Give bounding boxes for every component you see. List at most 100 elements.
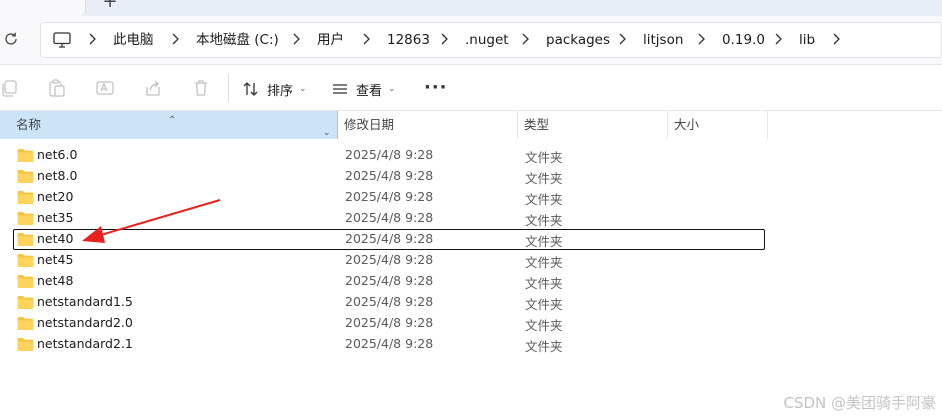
folder-icon (17, 212, 34, 225)
sort-icon (243, 82, 258, 96)
file-name: net6.0 (37, 147, 78, 162)
chevron-right-icon[interactable] (697, 33, 705, 45)
watermark: CSDN @美团骑手阿豪 (783, 394, 936, 412)
breadcrumb-item[interactable]: 用户 (317, 32, 344, 48)
file-type: 文件夹 (525, 276, 563, 291)
breadcrumb-item[interactable]: lib (799, 32, 815, 48)
file-type: 文件夹 (525, 255, 563, 270)
file-row[interactable]: net8.0 2025/4/8 9:28 文件夹 (0, 166, 942, 187)
file-name: net20 (37, 189, 74, 204)
file-row[interactable]: net40 2025/4/8 9:28 文件夹 (0, 229, 942, 250)
chevron-down-icon: ⌄ (299, 84, 307, 94)
breadcrumb-item[interactable]: 此电脑 (113, 32, 154, 48)
folder-icon (17, 191, 34, 204)
command-bar: 排序 ⌄ 查看 ⌄ ··· (0, 66, 942, 111)
column-date-label: 修改日期 (344, 117, 395, 132)
file-date: 2025/4/8 9:28 (345, 189, 434, 204)
file-date: 2025/4/8 9:28 (345, 147, 434, 162)
new-tab-button[interactable]: + (101, 0, 119, 11)
chevron-right-icon[interactable] (832, 33, 840, 45)
file-name: net40 (37, 231, 74, 246)
file-name: net48 (37, 273, 74, 288)
folder-icon (17, 296, 34, 309)
file-date: 2025/4/8 9:28 (345, 336, 434, 351)
view-icon (333, 84, 347, 94)
share-icon[interactable] (144, 79, 162, 97)
folder-icon (17, 254, 34, 267)
file-type: 文件夹 (525, 150, 563, 165)
file-row[interactable]: net20 2025/4/8 9:28 文件夹 (0, 187, 942, 208)
chevron-right-icon[interactable] (521, 33, 529, 45)
paste-icon[interactable] (48, 79, 66, 97)
chevron-down-icon: ⌄ (388, 84, 396, 94)
file-date: 2025/4/8 9:28 (345, 273, 434, 288)
column-header: 名称 ⌃ ⌄ 修改日期 类型 大小 (0, 111, 942, 139)
file-name: netstandard2.1 (37, 336, 133, 351)
rename-icon[interactable] (96, 79, 114, 97)
file-date: 2025/4/8 9:28 (345, 252, 434, 267)
file-date: 2025/4/8 9:28 (345, 231, 434, 246)
file-type: 文件夹 (525, 318, 563, 333)
breadcrumb-item[interactable]: .nuget (465, 32, 509, 48)
file-name: net45 (37, 252, 74, 267)
chevron-right-icon[interactable] (171, 33, 179, 45)
file-row[interactable]: netstandard1.5 2025/4/8 9:28 文件夹 (0, 292, 942, 313)
file-row[interactable]: netstandard2.0 2025/4/8 9:28 文件夹 (0, 313, 942, 334)
file-date: 2025/4/8 9:28 (345, 315, 434, 330)
column-date[interactable]: 修改日期 (338, 111, 518, 139)
file-type: 文件夹 (525, 339, 563, 354)
file-name: netstandard2.0 (37, 315, 133, 330)
chevron-right-icon[interactable] (618, 33, 626, 45)
folder-icon (17, 317, 34, 330)
breadcrumb-item[interactable]: 12863 (387, 32, 430, 48)
this-pc-icon[interactable] (53, 32, 71, 48)
column-name[interactable]: 名称 ⌃ ⌄ (0, 111, 338, 139)
file-name: net8.0 (37, 168, 78, 183)
file-row[interactable]: net45 2025/4/8 9:28 文件夹 (0, 250, 942, 271)
chevron-down-icon[interactable]: ⌄ (323, 119, 331, 147)
sort-ascending-icon: ⌃ (168, 115, 177, 126)
folder-icon (17, 149, 34, 162)
breadcrumb-item[interactable]: 本地磁盘 (C:) (196, 32, 279, 48)
file-type: 文件夹 (525, 213, 563, 228)
folder-icon (17, 170, 34, 183)
tab-strip: + (0, 0, 942, 16)
file-type: 文件夹 (525, 192, 563, 207)
breadcrumb-item[interactable]: litjson (643, 32, 683, 48)
view-button[interactable]: 查看 ⌄ (332, 76, 396, 102)
file-type: 文件夹 (525, 297, 563, 312)
file-row[interactable]: netstandard2.1 2025/4/8 9:28 文件夹 (0, 334, 942, 355)
folder-icon (17, 275, 34, 288)
address-bar[interactable]: 此电脑 本地磁盘 (C:) 用户 12863 .nuget packages litjson… (40, 22, 942, 58)
breadcrumb-item[interactable]: 0.19.0 (722, 32, 765, 48)
file-date: 2025/4/8 9:28 (345, 168, 434, 183)
address-row: 此电脑 本地磁盘 (C:) 用户 12863 .nuget packages litjson… (0, 16, 942, 65)
breadcrumb-item[interactable]: packages (546, 32, 610, 48)
column-type-label: 类型 (524, 117, 550, 132)
sort-label: 排序 (267, 83, 294, 99)
file-row[interactable]: net48 2025/4/8 9:28 文件夹 (0, 271, 942, 292)
toolbar-divider (228, 74, 229, 102)
file-row[interactable]: net35 2025/4/8 9:28 文件夹 (0, 208, 942, 229)
chevron-right-icon[interactable] (362, 33, 370, 45)
chevron-right-icon[interactable] (774, 33, 782, 45)
refresh-icon[interactable] (3, 31, 19, 47)
more-options-button[interactable]: ··· (424, 77, 448, 98)
column-size[interactable]: 大小 (668, 111, 768, 139)
chevron-right-icon[interactable] (88, 33, 96, 45)
file-row[interactable]: net6.0 2025/4/8 9:28 文件夹 (0, 145, 942, 166)
folder-icon (17, 233, 34, 246)
file-date: 2025/4/8 9:28 (345, 210, 434, 225)
copy-icon[interactable] (0, 79, 18, 97)
column-type[interactable]: 类型 (518, 111, 668, 139)
active-tab[interactable] (0, 0, 86, 16)
chevron-right-icon[interactable] (440, 33, 448, 45)
chevron-right-icon[interactable] (292, 33, 300, 45)
view-label: 查看 (356, 83, 383, 99)
delete-icon[interactable] (192, 79, 210, 97)
file-name: net35 (37, 210, 74, 225)
file-date: 2025/4/8 9:28 (345, 294, 434, 309)
file-name: netstandard1.5 (37, 294, 133, 309)
folder-icon (17, 338, 34, 351)
sort-button[interactable]: 排序 ⌄ (243, 76, 307, 102)
